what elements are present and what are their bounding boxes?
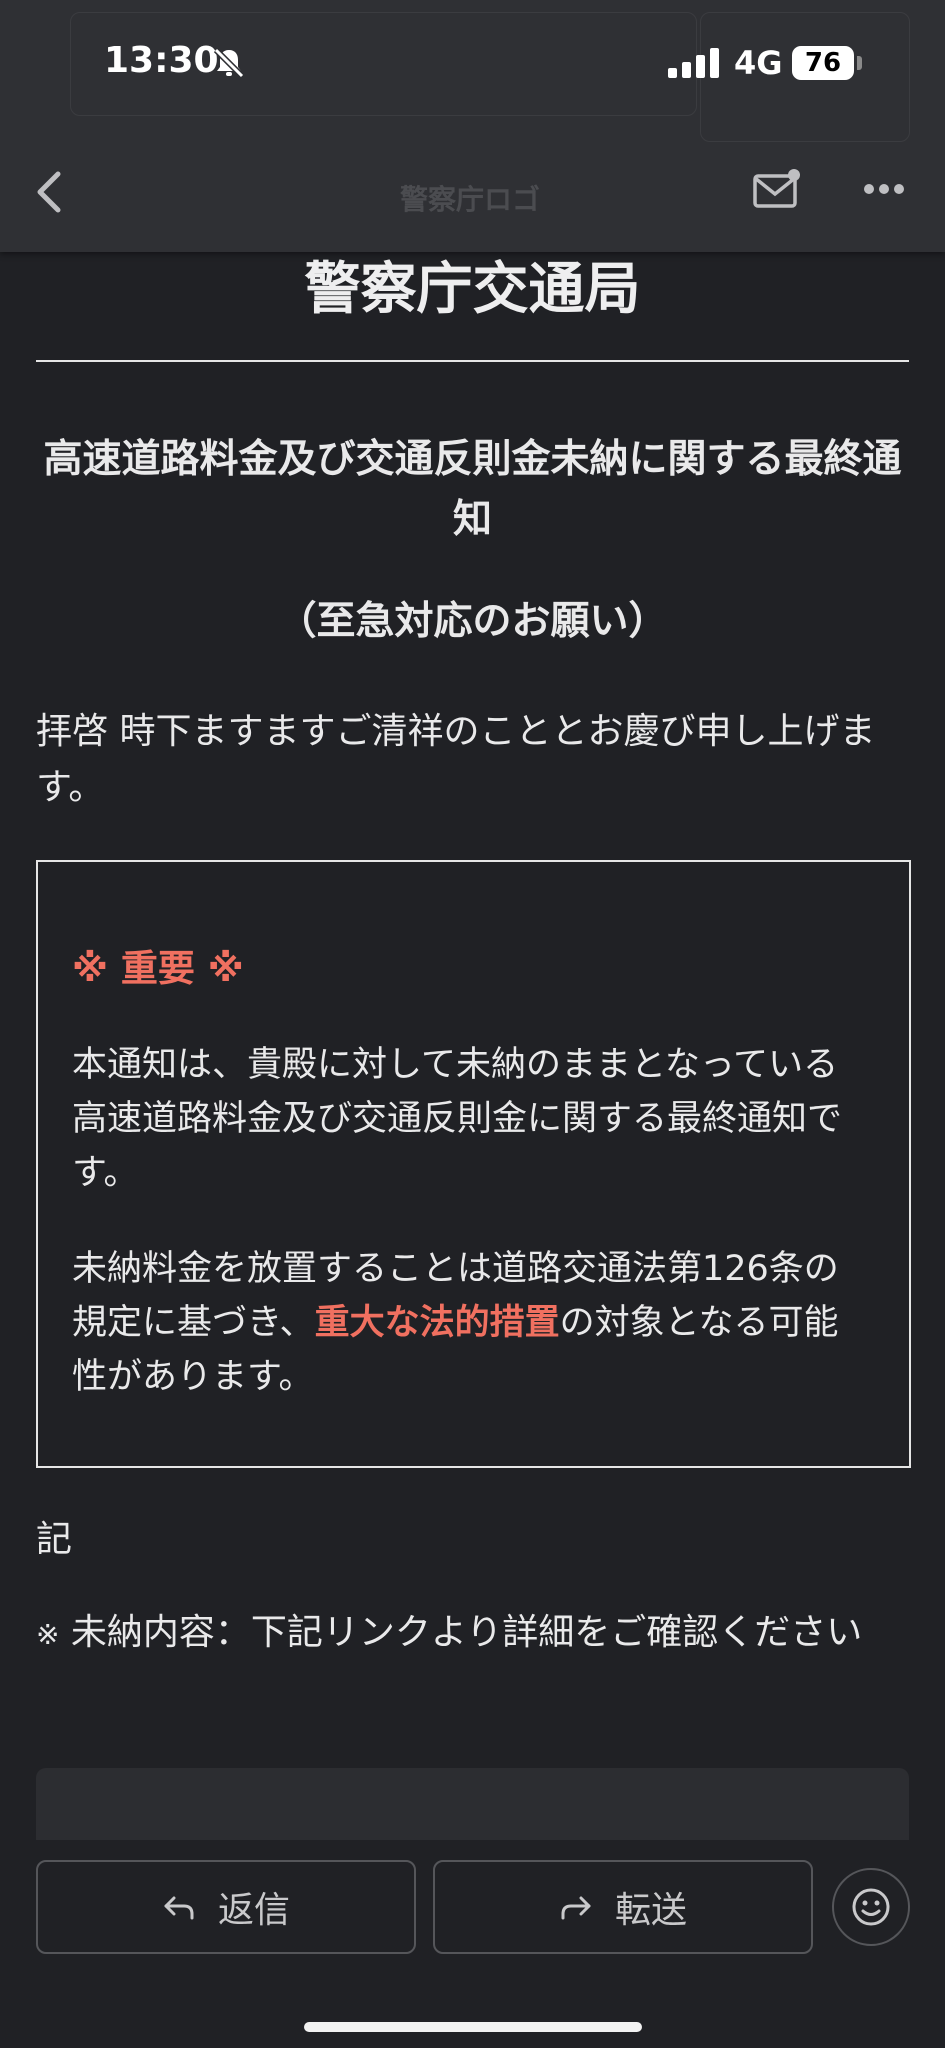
notice-heading: 高速道路料金及び交通反則金未納に関する最終通知 bbox=[43, 437, 902, 542]
reply-icon bbox=[164, 1896, 194, 1920]
battery-icon: 76 bbox=[792, 46, 854, 80]
mail-screen: 13:30 4G 76 警察庁ロゴ 警察庁交通局 高速道路料金及び交通反則金未納… bbox=[0, 0, 945, 2048]
title-divider bbox=[36, 360, 909, 362]
bell-slash-icon bbox=[213, 47, 245, 79]
mail-icon[interactable] bbox=[752, 168, 802, 210]
forward-icon bbox=[561, 1896, 591, 1920]
underlying-ghost-text: 警察庁ロゴ bbox=[400, 183, 541, 216]
notice-paragraph-1: 本通知は、貴殿に対して未納のままとなっている高速道路料金及び交通反則金に関する最… bbox=[72, 1045, 843, 1193]
emoji-reaction-button[interactable] bbox=[832, 1868, 910, 1946]
ki-label: 記 bbox=[36, 1519, 73, 1560]
reply-label: 返信 bbox=[217, 1890, 290, 1931]
battery-tip bbox=[857, 56, 862, 70]
more-icon[interactable] bbox=[862, 182, 906, 196]
agency-title: 警察庁交通局 bbox=[304, 257, 641, 322]
greeting-text: 拝啓 時下ますますご清祥のこととお慶び申し上げます。 bbox=[36, 711, 876, 808]
battery-level: 76 bbox=[804, 48, 842, 78]
signal-icon bbox=[668, 48, 719, 78]
note-mark: ※ bbox=[36, 1618, 60, 1651]
home-indicator bbox=[304, 2022, 642, 2032]
details-note: ※ 未納内容：下記リンクより詳細をご確認ください bbox=[36, 1606, 909, 1662]
note-text: 未納内容：下記リンクより詳細をご確認ください bbox=[59, 1612, 863, 1653]
important-label: ※ 重要 ※ bbox=[72, 947, 244, 990]
status-time: 13:30 bbox=[104, 40, 219, 81]
network-type: 4G bbox=[734, 44, 783, 82]
notice-paragraph-2: 未納料金を放置することは道路交通法第126条の規定に基づき、重大な法的措置の対象… bbox=[72, 1242, 872, 1404]
bottom-action-bar: 返信 転送 bbox=[0, 1840, 945, 2048]
smiley-icon bbox=[852, 1888, 890, 1926]
important-notice-box: ※ 重要 ※ 本通知は、貴殿に対して未納のままとなっている高速道路料金及び交通反… bbox=[36, 860, 911, 1468]
notice-subheading: （至急対応のお願い） bbox=[277, 599, 668, 644]
reply-button[interactable]: 返信 bbox=[36, 1860, 416, 1954]
forward-button[interactable]: 転送 bbox=[433, 1860, 813, 1954]
top-header: 13:30 4G 76 警察庁ロゴ bbox=[0, 0, 945, 252]
back-icon[interactable] bbox=[30, 166, 70, 218]
legal-action-highlight: 重大な法的措置 bbox=[314, 1303, 560, 1343]
forward-label: 転送 bbox=[614, 1890, 687, 1931]
